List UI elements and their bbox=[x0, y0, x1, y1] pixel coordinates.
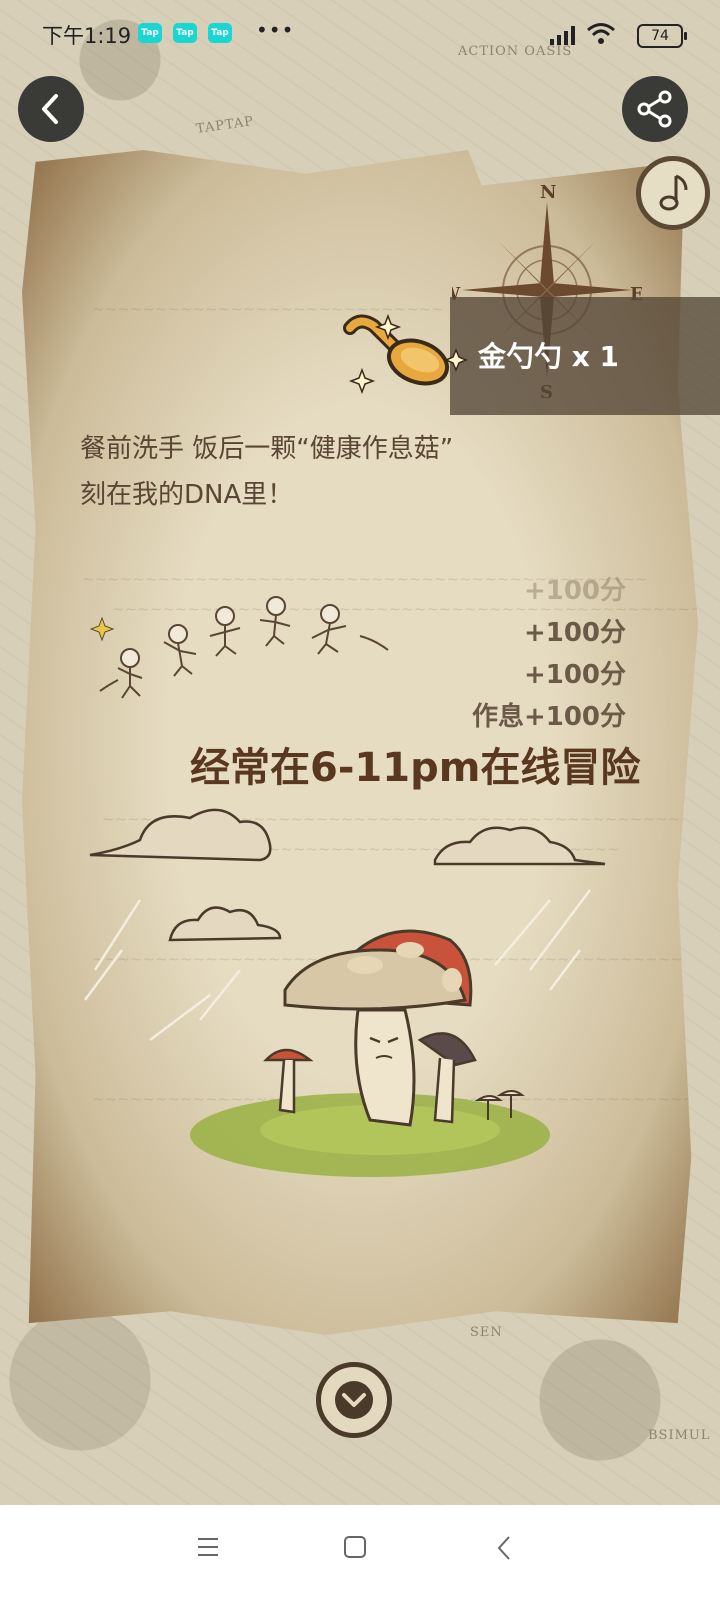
signal-icon bbox=[550, 26, 575, 45]
back-nav-icon[interactable] bbox=[494, 1533, 514, 1563]
description-line-1: 餐前洗手 饭后一颗“健康作息菇” bbox=[80, 434, 454, 464]
next-page-button[interactable] bbox=[316, 1362, 392, 1438]
music-button[interactable] bbox=[636, 156, 710, 230]
back-button[interactable] bbox=[18, 76, 84, 142]
more-notifications-icon: ••• bbox=[256, 18, 295, 42]
status-bar: 下午1:19 Tap Tap Tap ••• 74 bbox=[0, 0, 720, 70]
wifi-icon bbox=[587, 23, 615, 44]
mushroom-scene-illustration bbox=[83, 808, 606, 1177]
chevron-down-icon bbox=[335, 1381, 373, 1419]
reward-label: 金勺勺 x 1 bbox=[478, 340, 620, 373]
score-line-3: 作息+100分 bbox=[471, 702, 626, 732]
tap-notification-icon: Tap bbox=[208, 23, 232, 43]
score-line-1: +100分 bbox=[523, 618, 626, 648]
back-chevron-icon bbox=[42, 94, 58, 124]
menu-icon[interactable] bbox=[196, 1535, 220, 1559]
home-icon[interactable] bbox=[343, 1535, 369, 1561]
tap-notification-icon: Tap bbox=[138, 23, 162, 43]
map-label-top-left: TAPTAP bbox=[195, 114, 255, 137]
dancing-mushroom-figures bbox=[90, 596, 389, 699]
share-icon bbox=[637, 90, 672, 128]
compass-n: N bbox=[540, 182, 556, 203]
system-navigation-bar bbox=[0, 1505, 720, 1600]
description-line-2: 刻在我的DNA里！ bbox=[80, 480, 294, 510]
tap-notification-icon: Tap bbox=[173, 23, 197, 43]
music-note-icon bbox=[659, 174, 688, 211]
score-line-2: +100分 bbox=[523, 660, 626, 690]
status-time: 下午1:19 bbox=[42, 24, 132, 48]
share-button[interactable] bbox=[622, 76, 688, 142]
map-label-bottom: SEN bbox=[470, 1325, 503, 1340]
map-label-bottom-right: BSIMUL bbox=[648, 1428, 711, 1443]
score-faded: +100分 bbox=[523, 576, 626, 606]
golden-spoon-icon bbox=[343, 313, 468, 395]
headline: 经常在6-11pm在线冒险 bbox=[190, 745, 641, 791]
battery-indicator: 74 bbox=[637, 24, 687, 48]
